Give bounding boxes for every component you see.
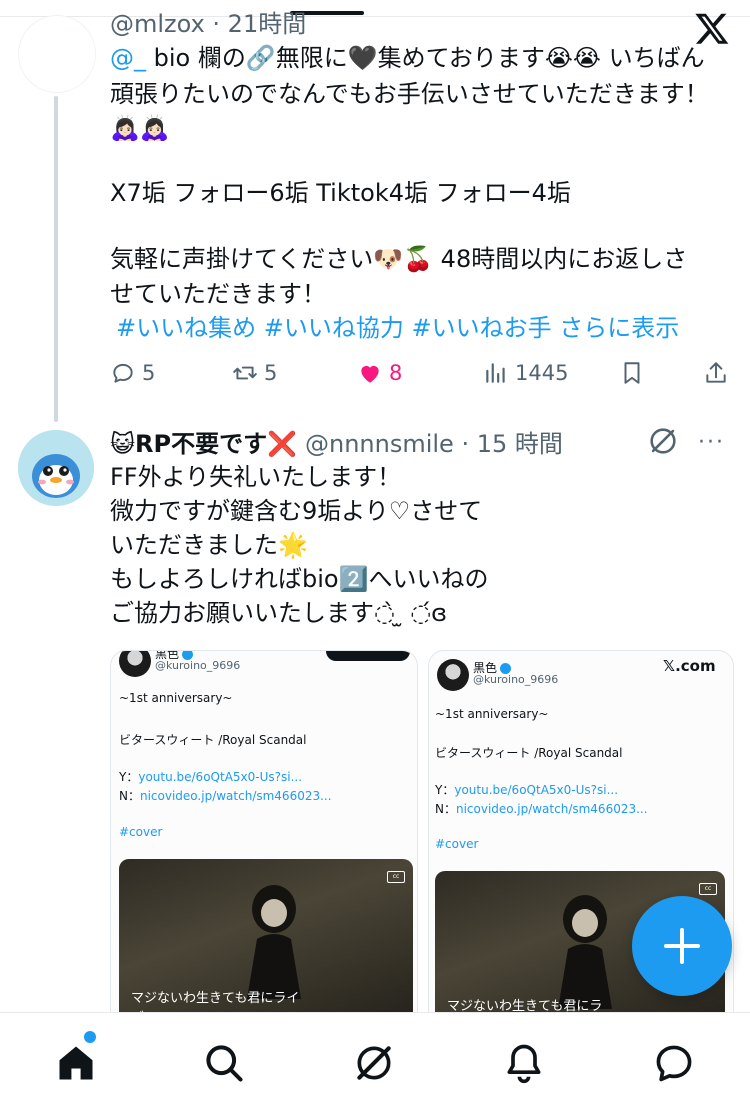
tweet-handle-time[interactable]: @mlzox · 21時間 — [110, 4, 306, 39]
cc-icon: cc — [387, 871, 405, 883]
tweet-text-line: 気軽に声掛けてください🐶🍒 48時間以内にお返しさ — [110, 245, 688, 273]
card-link: youtu.be/6oQtA5x0-Us?si... — [138, 770, 303, 784]
notification-dot — [84, 1031, 96, 1043]
like-button[interactable]: 8 — [357, 360, 402, 386]
card-prefix: Y： — [435, 783, 455, 797]
character-figure — [247, 885, 301, 999]
more-options-button[interactable]: ··· — [698, 430, 725, 455]
card-link: nicovideo.jp/watch/sm466023... — [455, 802, 648, 816]
cc-icon: cc — [699, 883, 717, 895]
tweet-text-line: 🙇🏻‍♀️🙇🏻‍♀️ — [110, 114, 170, 142]
card-link: youtu.be/6oQtA5x0-Us?si... — [454, 783, 619, 797]
video-caption: マジないわ生きても君にライ — [131, 991, 300, 1006]
card-text-link: Y：youtu.be/6oQtA5x0-Us?si... — [119, 768, 302, 785]
card-text: ~1st anniversary~ — [435, 707, 549, 721]
messages-icon[interactable] — [652, 1041, 696, 1085]
thread-line — [54, 96, 58, 422]
like-count: 8 — [389, 361, 403, 385]
bookmark-icon — [624, 362, 640, 384]
tweet-text-line: 頑張りたいのでなんでもお手伝いさせていただきます！ — [110, 80, 709, 108]
tweet-text-line: FF外より失礼いたします！ — [110, 463, 402, 491]
media-image[interactable]: 黒色 @kuroino_9696 ~1st anniversary~ ビタースウ… — [110, 650, 418, 1032]
hashtag-line[interactable]: #いいね集め #いいね協力 #いいねお手 さらに表示 — [116, 311, 679, 345]
tweet-text-line: X7垢 フォロー6垢 Tiktok4垢 フォロー4垢 — [110, 179, 571, 207]
display-name[interactable]: 😺RP不要です❌ — [110, 424, 297, 459]
share-icon — [706, 362, 726, 383]
card-handle: @kuroino_9696 — [155, 659, 241, 672]
card-prefix: N： — [119, 789, 140, 803]
card-prefix: Y： — [119, 770, 139, 784]
tweet-handle-time[interactable]: @nnnnsmile · 15 時間 — [305, 424, 563, 459]
card-hashtag: #cover — [435, 837, 479, 851]
card-text: ビタースウィート /Royal Scandal — [119, 733, 307, 747]
tweet-text-line: 微力ですが鍵含む9垢より♡させて — [110, 497, 483, 525]
card-text-link: Y：youtu.be/6oQtA5x0-Us?si... — [435, 781, 618, 798]
bookmark-button[interactable] — [619, 360, 645, 386]
card-prefix: N： — [435, 802, 456, 816]
avatar[interactable] — [18, 15, 96, 93]
share-button[interactable] — [703, 360, 729, 386]
card-text-link: N：nicovideo.jp/watch/sm466023... — [119, 787, 332, 804]
video-thumbnail: cc マジないわ生きても君にライ ブ — [119, 859, 413, 1031]
tweet-text-line: もしよろしければbio2️⃣へいいねの — [110, 565, 489, 593]
tweet-text-line: いただきました🌟 — [110, 531, 308, 559]
show-more-link[interactable]: さらに表示 — [559, 314, 679, 342]
follow-pill — [326, 651, 410, 661]
avatar — [119, 651, 151, 677]
card-text: ビタースウィート /Royal Scandal — [435, 746, 623, 760]
reply-button[interactable]: 5 — [110, 360, 155, 386]
tweet-text-rest: bio 欄の🔗無限に🖤集めております😭😭 いちばん — [146, 44, 705, 72]
card-text-link: N：nicovideo.jp/watch/sm466023... — [435, 800, 648, 817]
bottom-navigation — [0, 1012, 750, 1111]
card-handle: @kuroino_9696 — [473, 673, 559, 686]
grok-icon[interactable] — [352, 1041, 396, 1085]
tweet-header[interactable]: 😺RP不要です❌ @nnnnsmile · 15 時間 — [110, 424, 563, 459]
repost-count: 5 — [264, 361, 278, 385]
home-icon[interactable] — [54, 1041, 98, 1085]
avatar — [437, 659, 469, 691]
repost-button[interactable]: 5 — [232, 360, 277, 386]
card-link: nicovideo.jp/watch/sm466023... — [139, 789, 332, 803]
tweet-text-line: せていただきます！ — [110, 280, 326, 308]
penguin-avatar-icon — [18, 430, 94, 506]
card-hashtag: #cover — [119, 825, 163, 839]
hashtags[interactable]: #いいね集め #いいね協力 #いいねお手 — [116, 314, 552, 342]
views-count: 1445 — [515, 361, 569, 385]
compose-button[interactable] — [632, 896, 732, 996]
avatar[interactable] — [18, 430, 94, 506]
tweet-text-line: ご協力お願いいたします◌̀ ̫ ◌́ɞ — [110, 599, 448, 627]
reply-icon — [113, 363, 133, 383]
repost-icon — [233, 366, 257, 380]
reply-count: 5 — [142, 361, 156, 385]
x-com-label: 𝕏.com — [663, 657, 716, 675]
bell-icon[interactable] — [502, 1041, 546, 1085]
heart-filled-icon — [361, 365, 379, 383]
tweet-text-line: @_ bio 欄の🔗無限に🖤集めております😭😭 いちばん — [110, 41, 705, 75]
search-icon[interactable] — [202, 1041, 246, 1085]
card-text: ~1st anniversary~ — [119, 691, 233, 705]
grok-icon[interactable] — [646, 424, 680, 458]
views-icon — [486, 363, 505, 383]
character-figure — [558, 895, 612, 1009]
mention-link[interactable]: @_ — [110, 44, 146, 72]
views-button[interactable]: 1445 — [483, 360, 568, 386]
plus-icon — [664, 928, 700, 964]
